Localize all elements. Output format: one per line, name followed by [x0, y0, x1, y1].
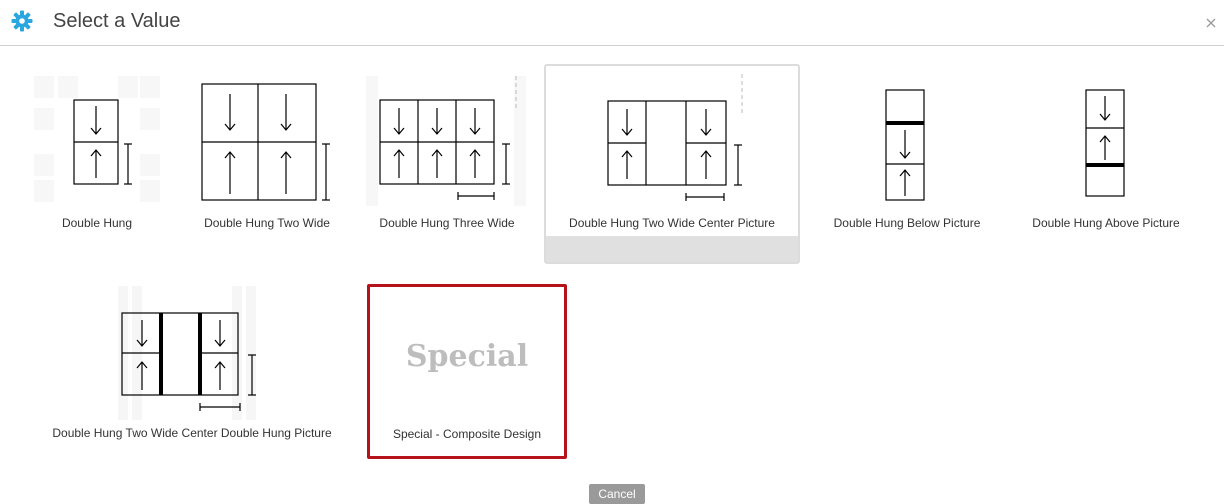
option-label: Double Hung Two Wide Center Double Hung … — [52, 426, 332, 440]
option-double-hung-below-picture[interactable]: Double Hung Below Picture — [818, 68, 996, 260]
option-double-hung-above-picture[interactable]: Double Hung Above Picture — [1014, 68, 1198, 260]
double-hung-diagram — [34, 76, 160, 202]
option-label: Double Hung Two Wide Center Picture — [569, 216, 775, 230]
option-special-composite-design[interactable]: Special Special - Composite Design — [367, 284, 567, 459]
option-double-hung-two-wide-center-picture[interactable]: Double Hung Two Wide Center Picture — [544, 64, 800, 264]
double-hung-two-wide-diagram — [201, 83, 330, 201]
double-hung-below-picture-diagram — [885, 89, 925, 201]
option-label: Double Hung Below Picture — [833, 216, 981, 230]
option-double-hung-two-wide[interactable]: Double Hung Two Wide — [182, 68, 352, 260]
double-hung-above-picture-diagram — [1085, 89, 1125, 197]
hover-band — [546, 236, 798, 262]
option-double-hung[interactable]: Double Hung — [32, 68, 162, 260]
double-hung-two-wide-center-double-hung-picture-diagram — [118, 286, 256, 420]
option-label: Double Hung — [61, 216, 133, 230]
close-icon[interactable] — [1206, 18, 1216, 28]
gear-icon — [11, 10, 33, 32]
option-double-hung-three-wide[interactable]: Double Hung Three Wide — [364, 68, 530, 260]
double-hung-two-wide-center-picture-diagram — [607, 74, 743, 201]
option-label: Double Hung Three Wide — [379, 216, 515, 230]
option-double-hung-two-wide-center-double-hung-picture[interactable]: Double Hung Two Wide Center Double Hung … — [22, 284, 362, 454]
cancel-button[interactable]: Cancel — [589, 484, 645, 504]
special-image-text: Special — [405, 339, 529, 374]
option-label: Double Hung Two Wide — [204, 216, 330, 230]
dialog-title: Select a Value — [53, 10, 181, 32]
option-label: Special - Composite Design — [392, 427, 542, 441]
double-hung-three-wide-diagram — [366, 76, 526, 206]
dialog-header: Select a Value — [0, 0, 1224, 46]
option-label: Double Hung Above Picture — [1032, 216, 1180, 230]
